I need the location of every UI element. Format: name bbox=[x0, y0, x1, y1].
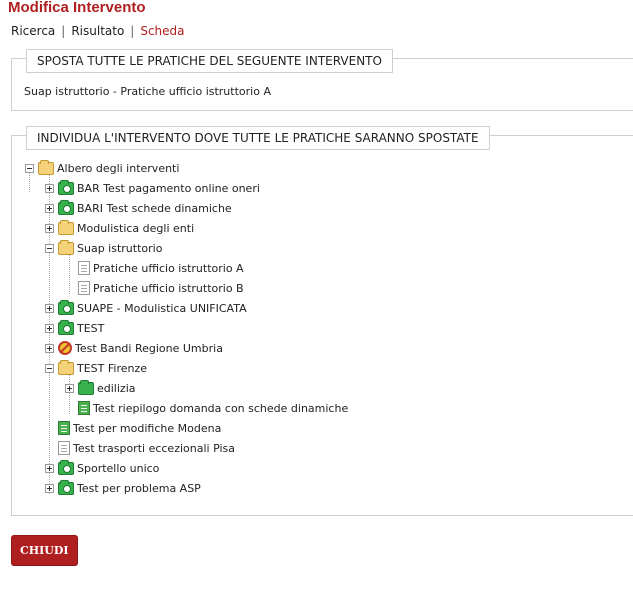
breadcrumb-ricerca[interactable]: Ricerca bbox=[11, 24, 55, 38]
tree-node-label[interactable]: BAR Test pagamento online oneri bbox=[77, 182, 260, 195]
tree-node-label[interactable]: Sportello unico bbox=[77, 462, 159, 475]
green-folder-icon bbox=[58, 199, 74, 215]
move-section-legend: SPOSTA TUTTE LE PRATICHE DEL SEGUENTE IN… bbox=[26, 49, 393, 73]
tree-node[interactable]: Pratiche ufficio istruttorio B bbox=[65, 278, 244, 298]
breadcrumb-risultato[interactable]: Risultato bbox=[71, 24, 124, 38]
expand-toggle[interactable] bbox=[65, 383, 74, 393]
move-section: SPOSTA TUTTE LE PRATICHE DEL SEGUENTE IN… bbox=[11, 49, 633, 111]
collapse-toggle[interactable] bbox=[25, 163, 34, 173]
expand-toggle[interactable] bbox=[45, 483, 54, 493]
tree-node-label[interactable]: edilizia bbox=[97, 382, 136, 395]
collapse-toggle[interactable] bbox=[45, 363, 54, 373]
tree-node-label[interactable]: TEST bbox=[77, 322, 104, 335]
expand-toggle[interactable] bbox=[45, 203, 54, 213]
green-folder-icon bbox=[58, 459, 74, 475]
tree-node-label[interactable]: Suap istruttorio bbox=[77, 242, 162, 255]
tree-node-label[interactable]: SUAPE - Modulistica UNIFICATA bbox=[77, 302, 247, 315]
folder-icon bbox=[58, 219, 74, 235]
tree-node[interactable]: Test Bandi Regione Umbria bbox=[45, 338, 223, 358]
tree-node-label[interactable]: Modulistica degli enti bbox=[77, 222, 194, 235]
tree-node[interactable]: Modulistica degli enti bbox=[45, 218, 194, 238]
green-folder-icon bbox=[78, 379, 94, 395]
tree-node[interactable]: TEST bbox=[45, 318, 104, 338]
tree-node-label[interactable]: Test riepilogo domanda con schede dinami… bbox=[93, 402, 348, 415]
tree-node[interactable]: Test trasporti eccezionali Pisa bbox=[45, 438, 235, 458]
expand-toggle[interactable] bbox=[45, 183, 54, 193]
move-section-value: Suap istruttorio - Pratiche ufficio istr… bbox=[24, 85, 271, 98]
tree-node-label[interactable]: BARI Test schede dinamiche bbox=[77, 202, 232, 215]
page-title: Modifica Intervento bbox=[8, 0, 146, 16]
green-folder-icon bbox=[58, 479, 74, 495]
breadcrumb-separator: | bbox=[130, 24, 135, 38]
tree-node[interactable]: SUAPE - Modulistica UNIFICATA bbox=[45, 298, 247, 318]
target-section: INDIVIDUA L'INTERVENTO DOVE TUTTE LE PRA… bbox=[11, 126, 633, 516]
breadcrumb-separator: | bbox=[61, 24, 66, 38]
tree-node[interactable]: TEST Firenze bbox=[45, 358, 147, 378]
breadcrumb-scheda[interactable]: Scheda bbox=[140, 24, 184, 38]
tree-node[interactable]: Test per modifiche Modena bbox=[45, 418, 221, 438]
tree-node[interactable]: BARI Test schede dinamiche bbox=[45, 198, 232, 218]
tree-node-label[interactable]: Pratiche ufficio istruttorio B bbox=[93, 282, 244, 295]
tree-node-root[interactable]: Albero degli interventi bbox=[25, 158, 179, 178]
expand-toggle[interactable] bbox=[45, 343, 54, 353]
tree-node[interactable]: Test per problema ASP bbox=[45, 478, 201, 498]
expand-toggle[interactable] bbox=[45, 323, 54, 333]
document-icon bbox=[78, 281, 90, 295]
collapse-toggle[interactable] bbox=[45, 243, 54, 253]
green-folder-icon bbox=[58, 319, 74, 335]
tree-node[interactable]: BAR Test pagamento online oneri bbox=[45, 178, 260, 198]
tree-node[interactable]: Test riepilogo domanda con schede dinami… bbox=[65, 398, 348, 418]
tree-node-label[interactable]: Test per modifiche Modena bbox=[73, 422, 221, 435]
forbidden-icon bbox=[58, 341, 72, 355]
breadcrumb: Ricerca | Risultato | Scheda bbox=[11, 24, 185, 38]
tree-node-label[interactable]: Test per problema ASP bbox=[77, 482, 201, 495]
green-folder-icon bbox=[58, 299, 74, 315]
tree-node-label[interactable]: TEST Firenze bbox=[77, 362, 147, 375]
document-icon bbox=[58, 441, 70, 455]
folder-open-icon bbox=[58, 359, 74, 375]
folder-open-icon bbox=[58, 239, 74, 255]
tree-node-label[interactable]: Pratiche ufficio istruttorio A bbox=[93, 262, 244, 275]
green-folder-icon bbox=[58, 179, 74, 195]
tree-node-label[interactable]: Albero degli interventi bbox=[57, 162, 179, 175]
expand-toggle[interactable] bbox=[45, 303, 54, 313]
expand-toggle[interactable] bbox=[45, 223, 54, 233]
tree-node[interactable]: edilizia bbox=[65, 378, 136, 398]
tree-node[interactable]: Pratiche ufficio istruttorio A bbox=[65, 258, 244, 278]
folder-open-icon bbox=[38, 159, 54, 175]
close-button[interactable]: CHIUDI bbox=[11, 535, 78, 566]
tree-node[interactable]: Sportello unico bbox=[45, 458, 159, 478]
document-icon bbox=[78, 261, 90, 275]
green-document-icon bbox=[78, 401, 90, 415]
green-folder-icon bbox=[58, 421, 70, 435]
tree-node[interactable]: Suap istruttorio bbox=[45, 238, 162, 258]
target-section-legend: INDIVIDUA L'INTERVENTO DOVE TUTTE LE PRA… bbox=[26, 126, 490, 150]
tree-node-label[interactable]: Test Bandi Regione Umbria bbox=[75, 342, 223, 355]
expand-toggle[interactable] bbox=[45, 463, 54, 473]
tree-node-label[interactable]: Test trasporti eccezionali Pisa bbox=[73, 442, 235, 455]
